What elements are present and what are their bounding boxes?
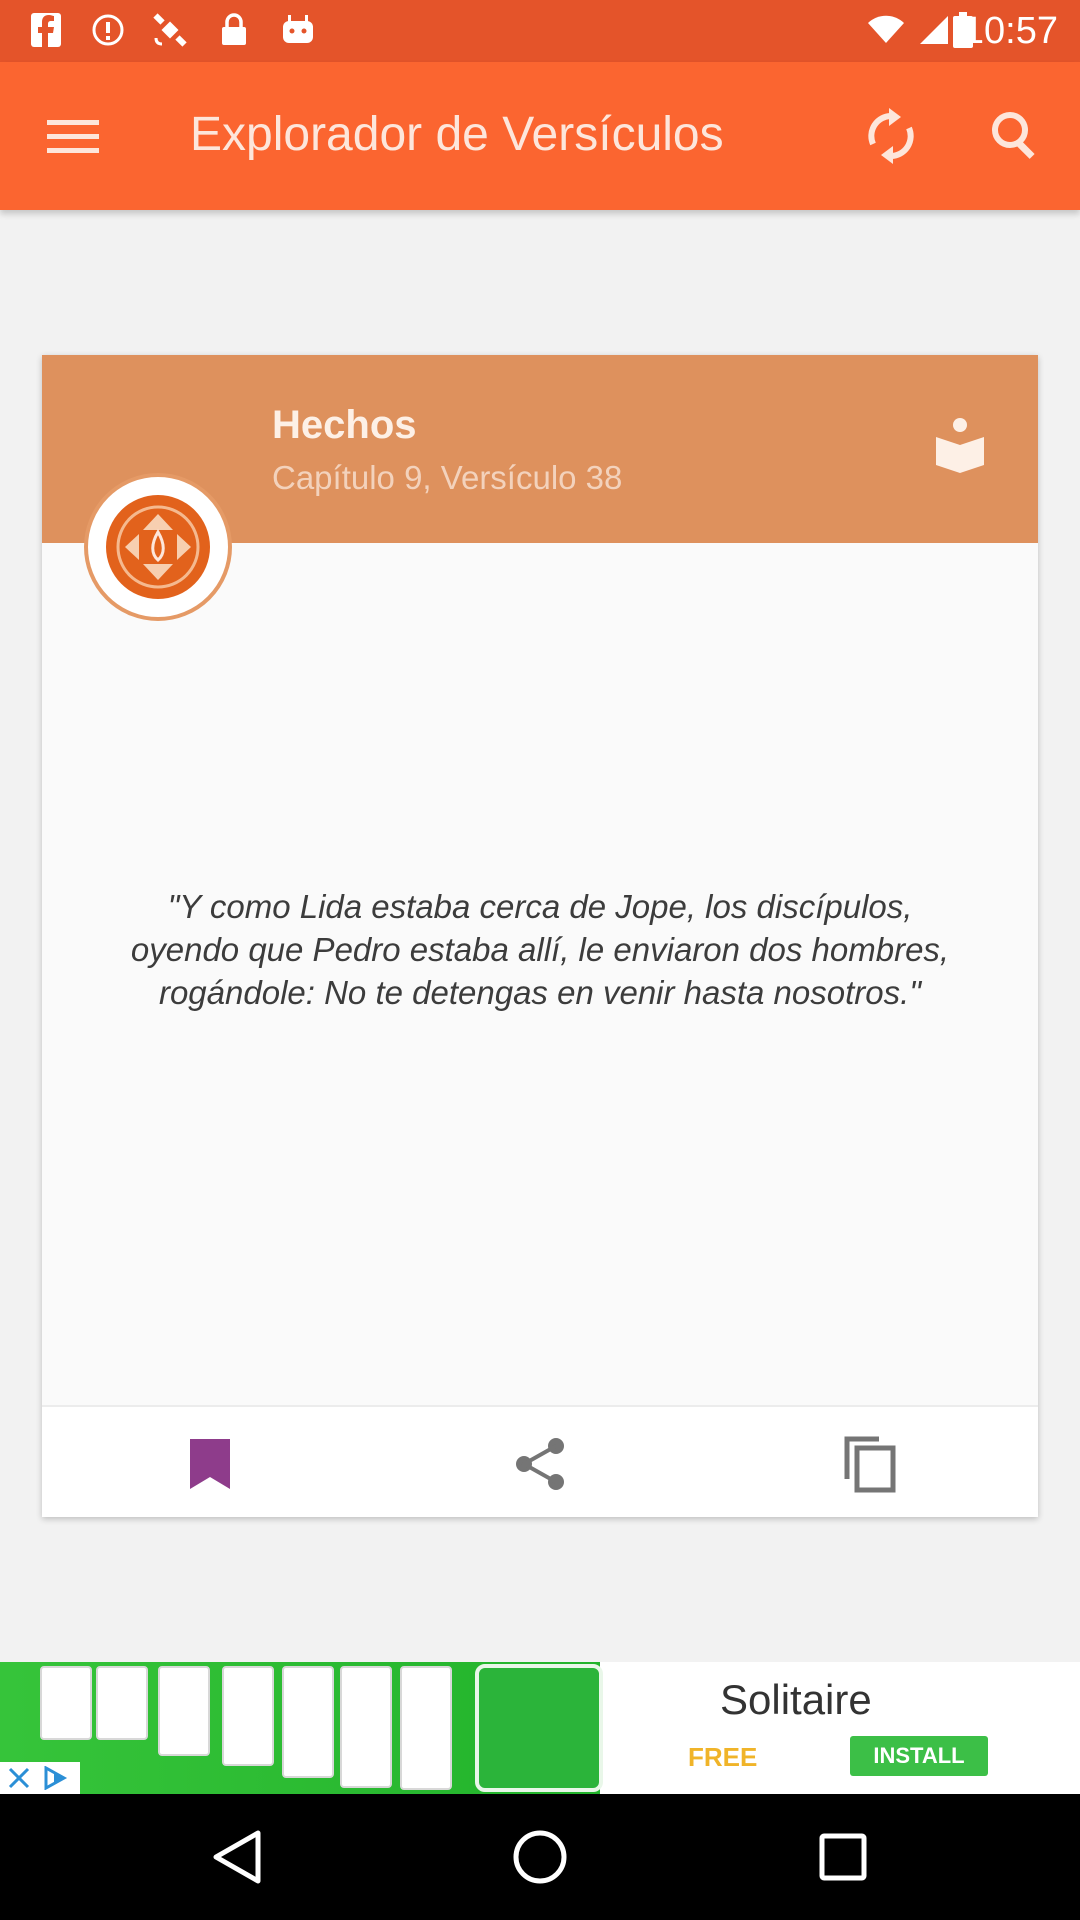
ad-install-button[interactable]: INSTALL: [850, 1736, 988, 1776]
lock-icon: [216, 12, 252, 48]
ad-free-label: FREE: [688, 1742, 758, 1772]
app-bar: Explorador de Versículos: [0, 62, 1080, 210]
verse-text: "Y como Lida estaba cerca de Jope, los d…: [130, 888, 950, 1011]
playing-card: [158, 1666, 210, 1756]
satellite-icon: [152, 12, 188, 48]
share-button[interactable]: [508, 1432, 572, 1496]
copy-button[interactable]: [838, 1432, 902, 1496]
reader-icon: [936, 418, 984, 473]
card-actions: [42, 1407, 1038, 1517]
bookmark-button[interactable]: [178, 1432, 242, 1496]
back-button[interactable]: [204, 1824, 270, 1890]
status-bar: 10:57: [0, 0, 1080, 62]
solitaire-app-icon: [475, 1664, 603, 1792]
read-chapter-button[interactable]: [932, 417, 988, 473]
refresh-button[interactable]: [855, 100, 927, 172]
book-name: Hechos: [272, 403, 417, 447]
search-icon: [992, 112, 1035, 159]
book-emblem-icon: [116, 505, 200, 589]
verse-card: Hechos Capítulo 9, Versículo 38 "Y como …: [42, 355, 1038, 1517]
ad-controls: [0, 1762, 80, 1794]
playing-card: [222, 1666, 274, 1766]
back-icon: [213, 1830, 261, 1884]
playing-card: [400, 1666, 452, 1790]
menu-button[interactable]: [38, 102, 108, 172]
wifi-icon: [868, 12, 904, 48]
refresh-icon: [868, 108, 914, 164]
status-time: 10:57: [962, 10, 1058, 52]
playing-card: [282, 1666, 334, 1778]
page-title: Explorador de Versículos: [190, 108, 724, 161]
search-button[interactable]: [980, 100, 1052, 172]
facebook-icon: [28, 12, 64, 48]
ad-banner[interactable]: Solitaire FREE INSTALL: [0, 1662, 1080, 1794]
home-icon: [513, 1830, 567, 1884]
chapter-verse-label: Capítulo 9, Versículo 38: [272, 459, 623, 496]
book-avatar: [84, 473, 232, 621]
bookmark-icon: [190, 1439, 230, 1489]
ad-title: Solitaire: [720, 1676, 872, 1723]
recents-button[interactable]: [810, 1824, 876, 1890]
android-icon: [280, 12, 316, 48]
playing-card: [96, 1666, 148, 1740]
close-icon[interactable]: [7, 1766, 31, 1790]
home-button[interactable]: [507, 1824, 573, 1890]
recents-icon: [819, 1833, 867, 1881]
adchoices-icon[interactable]: [44, 1766, 74, 1790]
alert-icon: [90, 12, 126, 48]
playing-card: [40, 1666, 92, 1740]
share-icon: [516, 1438, 564, 1490]
menu-icon: [47, 120, 99, 153]
copy-icon: [844, 1436, 896, 1493]
signal-icon: [916, 12, 952, 48]
navigation-bar: [0, 1794, 1080, 1920]
playing-card: [340, 1666, 392, 1788]
